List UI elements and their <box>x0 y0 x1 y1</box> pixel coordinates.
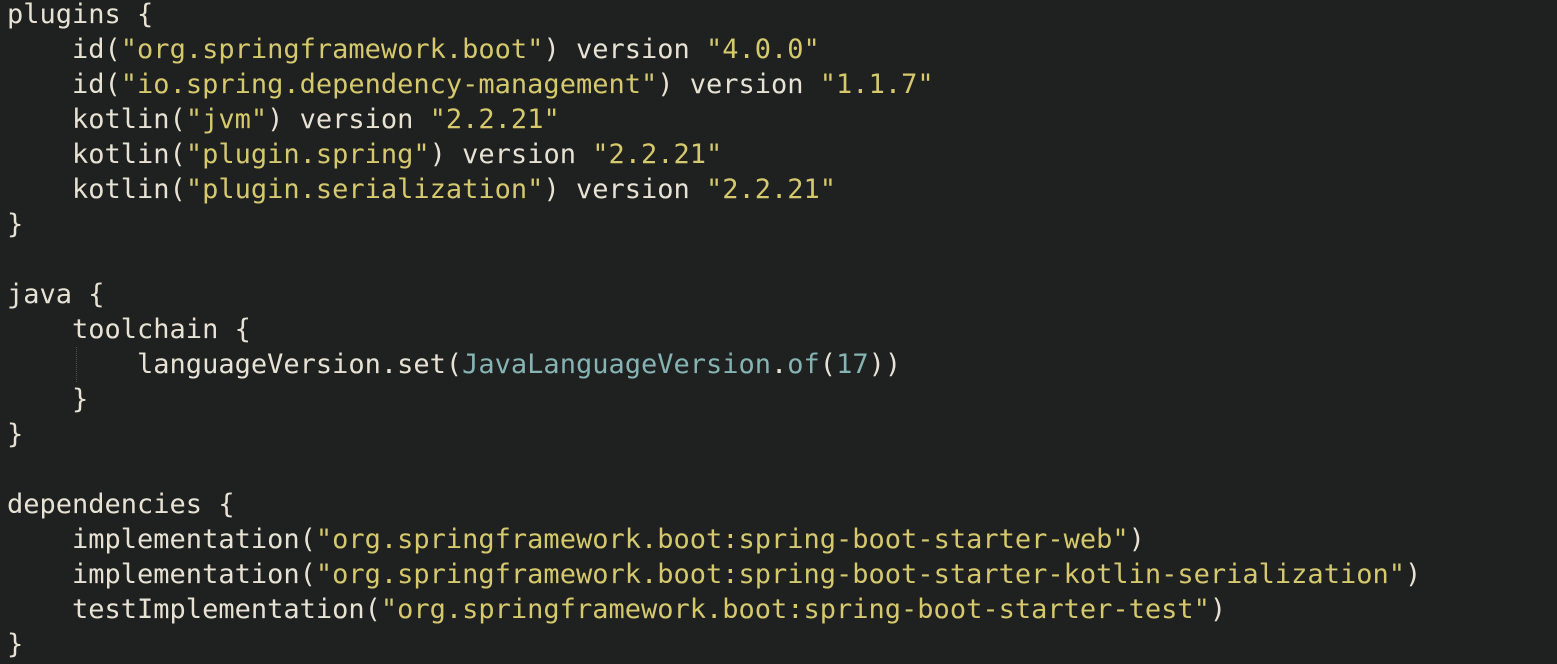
code-token-string: "1.1.7" <box>819 69 934 100</box>
code-token-plain: kotlin( <box>7 104 186 135</box>
code-token-plain: ) version <box>429 139 593 170</box>
code-token-plain: implementation( <box>7 559 316 590</box>
code-token-type: of <box>787 349 820 380</box>
code-line[interactable]: implementation("org.springframework.boot… <box>7 557 1557 592</box>
code-token-plain: id( <box>7 69 121 100</box>
code-token-plain: } <box>7 209 24 240</box>
code-token-plain: ) version <box>543 174 706 205</box>
code-token-plain: testImplementation( <box>7 594 381 625</box>
code-token-string: "plugin.spring" <box>185 139 430 170</box>
code-token-plain: java { <box>7 279 105 310</box>
code-line[interactable]: } <box>7 382 1557 417</box>
code-line[interactable]: implementation("org.springframework.boot… <box>7 522 1557 557</box>
code-token-string: "4.0.0" <box>706 34 820 65</box>
code-line[interactable]: dependencies { <box>7 487 1557 522</box>
code-token-plain: ) version <box>267 104 430 135</box>
code-line[interactable]: kotlin("jvm") version "2.2.21" <box>7 102 1557 137</box>
code-line[interactable]: id("io.spring.dependency-management") ve… <box>7 67 1557 102</box>
code-line[interactable] <box>7 452 1557 487</box>
code-line[interactable]: plugins { <box>7 0 1557 32</box>
code-token-string: "org.springframework.boot:spring-boot-st… <box>315 524 1129 555</box>
code-token-type: JavaLanguageVersion <box>462 349 772 380</box>
code-line[interactable]: toolchain { <box>7 312 1557 347</box>
code-token-string: "jvm" <box>185 104 268 135</box>
code-token-string: "io.spring.dependency-management" <box>120 69 658 100</box>
code-token-string: "2.2.21" <box>592 139 723 170</box>
code-token-plain: implementation( <box>7 524 316 555</box>
code-line[interactable]: } <box>7 207 1557 242</box>
code-token-plain: . <box>771 349 788 380</box>
code-token-string: "org.springframework.boot:spring-boot-st… <box>315 559 1405 590</box>
code-line[interactable]: } <box>7 627 1557 662</box>
code-token-plain: } <box>7 629 24 660</box>
code-line[interactable] <box>7 242 1557 277</box>
code-line[interactable]: } <box>7 417 1557 452</box>
code-line[interactable]: testImplementation("org.springframework.… <box>7 592 1557 627</box>
code-token-plain: ) version <box>657 69 820 100</box>
code-token-plain: plugins { <box>7 0 154 30</box>
code-token-plain: kotlin( <box>7 139 186 170</box>
code-token-string: "org.springframework.boot" <box>120 34 544 65</box>
code-token-plain: } <box>7 419 24 450</box>
code-token-plain: ( <box>819 349 837 380</box>
code-line[interactable]: languageVersion.set(JavaLanguageVersion.… <box>7 347 1557 382</box>
code-line[interactable]: id("org.springframework.boot") version "… <box>7 32 1557 67</box>
code-token-plain: ) version <box>543 34 706 65</box>
code-token-string: "org.springframework.boot:spring-boot-st… <box>380 594 1210 625</box>
code-token-number: 17 <box>836 349 869 380</box>
code-line[interactable]: kotlin("plugin.spring") version "2.2.21" <box>7 137 1557 172</box>
code-token-plain: id( <box>7 34 121 65</box>
code-token-string: "2.2.21" <box>706 174 837 205</box>
code-token-plain: toolchain { <box>7 314 251 345</box>
code-token-plain: kotlin( <box>7 174 186 205</box>
indent-guide <box>76 347 77 382</box>
code-token-string: "plugin.serialization" <box>185 174 544 205</box>
code-token-plain: ) <box>1404 559 1422 590</box>
code-token-plain: } <box>7 384 89 415</box>
code-token-plain: dependencies { <box>7 489 235 520</box>
code-line[interactable]: kotlin("plugin.serialization") version "… <box>7 172 1557 207</box>
code-token-string: "2.2.21" <box>429 104 560 135</box>
code-token-plain: )) <box>868 349 902 380</box>
code-line[interactable]: java { <box>7 277 1557 312</box>
code-token-plain: ) <box>1128 524 1145 555</box>
code-editor[interactable]: plugins { id("org.springframework.boot")… <box>0 0 1557 661</box>
code-token-plain: ) <box>1209 594 1227 625</box>
